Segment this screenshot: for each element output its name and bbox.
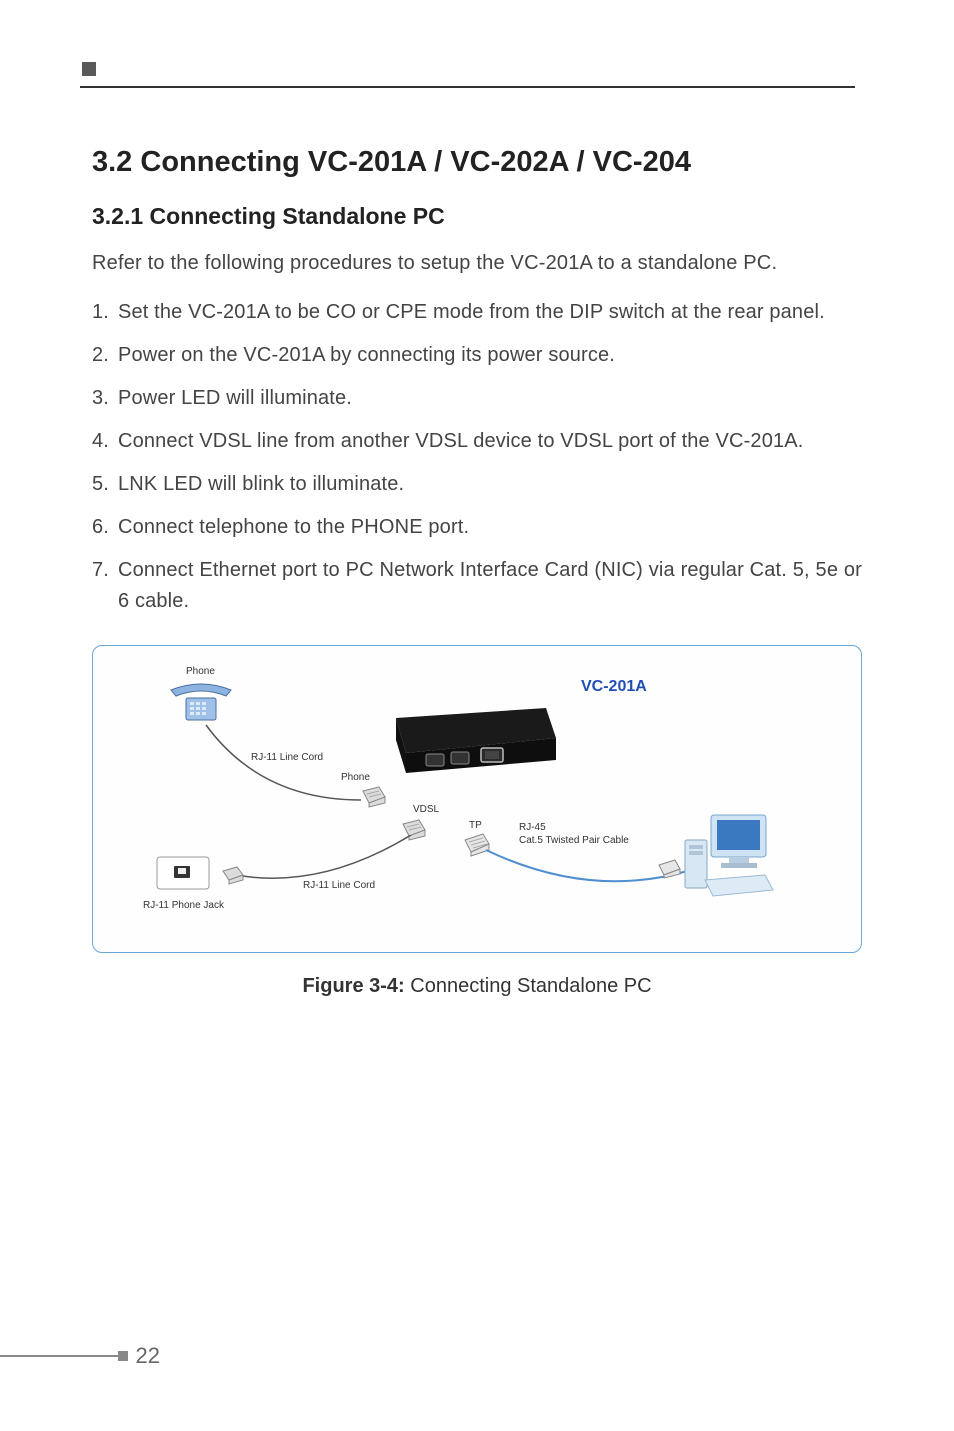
rj11-jack-label: RJ-11 Phone Jack	[143, 900, 224, 911]
phone-jack-icon	[156, 856, 212, 894]
figure-caption: Figure 3-4: Connecting Standalone PC	[92, 975, 862, 998]
page-number: 22	[136, 1343, 160, 1369]
tp-label: TP	[469, 820, 482, 831]
step-item: Power on the VC-201A by connecting its p…	[92, 340, 862, 371]
rj11-jack-connector-icon	[221, 865, 247, 885]
phone-top-label: Phone	[186, 666, 215, 677]
cable-phone-to-device	[201, 720, 401, 830]
device-icon	[396, 698, 566, 778]
step-item: Power LED will illuminate.	[92, 383, 862, 414]
footer-line	[0, 1355, 119, 1357]
subsection-title: 3.2.1 Connecting Standalone PC	[92, 203, 862, 230]
diagram: VC-201A Phone	[111, 660, 843, 940]
intro-paragraph: Refer to the following procedures to set…	[92, 248, 862, 279]
figure-caption-text: Connecting Standalone PC	[405, 975, 652, 997]
figure-caption-bold: Figure 3-4:	[302, 975, 404, 997]
cable-vdsl-to-jack	[231, 835, 421, 895]
rj45-pc-connector-icon	[657, 858, 683, 880]
header-rule	[82, 60, 862, 96]
figure-box: VC-201A Phone	[92, 645, 862, 953]
section-title: 3.2 Connecting VC-201A / VC-202A / VC-20…	[92, 146, 862, 179]
header-rule-line	[80, 86, 855, 88]
step-item: Connect Ethernet port to PC Network Inte…	[92, 555, 862, 617]
step-item: Connect VDSL line from another VDSL devi…	[92, 426, 862, 457]
steps-list: Set the VC-201A to be CO or CPE mode fro…	[92, 297, 862, 617]
rj11-connector-icon	[361, 785, 389, 809]
pc-icon	[681, 810, 781, 900]
step-item: LNK LED will blink to illuminate.	[92, 469, 862, 500]
vdsl-label: VDSL	[413, 804, 439, 815]
phone-port-label: Phone	[341, 772, 370, 783]
footer-marker	[118, 1351, 128, 1361]
step-item: Set the VC-201A to be CO or CPE mode fro…	[92, 297, 862, 328]
step-item: Connect telephone to the PHONE port.	[92, 512, 862, 543]
header-rule-marker	[82, 62, 96, 76]
rj45-label: RJ-45	[519, 822, 546, 833]
product-name-label: VC-201A	[581, 678, 647, 696]
page-footer: 22	[0, 1343, 160, 1369]
